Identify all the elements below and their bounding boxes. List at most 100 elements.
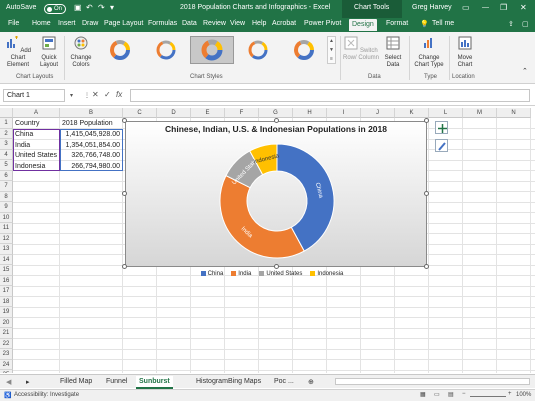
zoom-in-icon[interactable]: + xyxy=(508,391,512,397)
tab-data[interactable]: Data xyxy=(182,20,197,27)
cell-a2[interactable]: China xyxy=(15,130,33,140)
select-data-button[interactable]: Select Data xyxy=(382,36,404,69)
sheet-tab-histogram[interactable]: Histogram xyxy=(196,378,228,385)
sheet-tab-more[interactable]: Poc ... xyxy=(274,378,294,385)
save-icon[interactable]: ▣ xyxy=(74,3,82,12)
prev-sheet-icon[interactable]: ◀ xyxy=(6,378,11,386)
undo-icon[interactable]: ↶ xyxy=(86,3,93,12)
add-chart-element-button[interactable]: Add Chart Element xyxy=(3,36,33,69)
row-header-25[interactable]: 25 xyxy=(0,370,13,373)
column-header-k[interactable]: K xyxy=(395,108,429,118)
resize-handle-ne[interactable] xyxy=(424,118,429,123)
row-header-21[interactable]: 21 xyxy=(0,328,13,339)
horizontal-scrollbar[interactable] xyxy=(335,378,530,385)
sheet-tab-sunburst[interactable]: Sunburst xyxy=(136,376,173,389)
formula-input[interactable] xyxy=(130,89,530,102)
row-header-19[interactable]: 19 xyxy=(0,307,13,318)
customize-icon[interactable]: ▾ xyxy=(110,3,114,12)
chart-styles-button[interactable] xyxy=(435,139,448,152)
switch-row-column-button[interactable]: Switch Row/ Column xyxy=(343,36,379,62)
share-icon[interactable]: ⇪ xyxy=(508,20,514,28)
column-header-a[interactable]: A xyxy=(13,108,60,118)
resize-handle-s[interactable] xyxy=(274,264,279,269)
column-header-b[interactable]: B xyxy=(60,108,123,118)
resize-handle-sw[interactable] xyxy=(122,264,127,269)
sheet-tab-funnel[interactable]: Funnel xyxy=(106,378,127,385)
sheet-tab-filled-map[interactable]: Filled Map xyxy=(60,378,92,385)
maximize-button[interactable]: ❐ xyxy=(500,3,507,12)
page-layout-view-icon[interactable]: ▭ xyxy=(434,391,440,398)
column-header-i[interactable]: I xyxy=(327,108,361,118)
cell-a1[interactable]: Country xyxy=(15,119,40,129)
tab-format[interactable]: Format xyxy=(386,20,408,27)
row-header-3[interactable]: 3 xyxy=(0,139,13,150)
zoom-slider[interactable] xyxy=(470,396,506,397)
ribbon-options-icon[interactable]: ▭ xyxy=(462,3,470,12)
cell-a5[interactable]: Indonesia xyxy=(15,162,45,172)
row-header-9[interactable]: 9 xyxy=(0,202,13,213)
redo-icon[interactable]: ↷ xyxy=(98,3,105,12)
column-header-h[interactable]: H xyxy=(293,108,327,118)
tab-acrobat[interactable]: Acrobat xyxy=(272,20,296,27)
resize-handle-se[interactable] xyxy=(424,264,429,269)
tab-review[interactable]: Review xyxy=(203,20,226,27)
tell-me-input[interactable]: Tell me xyxy=(432,20,454,27)
change-colors-button[interactable]: Change Colors xyxy=(67,36,95,69)
cell-b1[interactable]: 2018 Population xyxy=(62,119,113,129)
chart-object[interactable]: Chinese, Indian, U.S. & Indonesian Popul… xyxy=(125,121,427,277)
change-chart-type-button[interactable]: Change Chart Type xyxy=(412,36,446,69)
row-header-2[interactable]: 2 xyxy=(0,128,13,139)
next-sheet-icon[interactable]: ▸ xyxy=(26,378,30,386)
tab-design[interactable]: Design xyxy=(349,19,377,31)
chart-style-1[interactable] xyxy=(98,36,142,64)
chart-style-5[interactable] xyxy=(282,36,326,64)
tab-view[interactable]: View xyxy=(230,20,245,27)
tab-file[interactable]: File xyxy=(8,20,19,27)
accessibility-status[interactable]: Accessibility: Investigate xyxy=(14,392,79,398)
column-header-d[interactable]: D xyxy=(157,108,191,118)
chart-style-4[interactable] xyxy=(236,36,280,64)
comments-icon[interactable]: ▢ xyxy=(522,20,529,28)
add-sheet-icon[interactable]: ⊕ xyxy=(308,378,314,386)
name-box-dropdown-icon[interactable]: ▾ xyxy=(70,92,73,99)
autosave-toggle[interactable]: On xyxy=(44,4,66,14)
row-header-10[interactable]: 10 xyxy=(0,212,13,223)
legend-item-indonesia[interactable]: Indonesia xyxy=(310,270,343,277)
row-header-16[interactable]: 16 xyxy=(0,275,13,286)
cell-b2[interactable]: 1,415,045,928.00 xyxy=(62,130,121,140)
row-header-8[interactable]: 8 xyxy=(0,191,13,202)
column-header-l[interactable]: L xyxy=(429,108,463,118)
column-header-n[interactable]: N xyxy=(497,108,531,118)
normal-view-icon[interactable]: ▦ xyxy=(420,391,426,398)
cell-a4[interactable]: United States xyxy=(15,151,57,161)
user-name[interactable]: Greg Harvey xyxy=(412,4,452,11)
row-header-4[interactable]: 4 xyxy=(0,149,13,160)
sheet-tab-bing-maps[interactable]: Bing Maps xyxy=(228,378,261,385)
move-chart-button[interactable]: Move Chart xyxy=(452,36,478,69)
column-header-e[interactable]: E xyxy=(191,108,225,118)
row-header-15[interactable]: 15 xyxy=(0,265,13,276)
column-header-g[interactable]: G xyxy=(259,108,293,118)
resize-handle-nw[interactable] xyxy=(122,118,127,123)
cell-b3[interactable]: 1,354,051,854.00 xyxy=(62,141,121,151)
chart-style-2[interactable] xyxy=(144,36,188,64)
tab-power-pivot[interactable]: Power Pivot xyxy=(304,20,341,27)
close-button[interactable]: ✕ xyxy=(520,3,527,12)
tab-insert[interactable]: Insert xyxy=(58,20,76,27)
column-header-j[interactable]: J xyxy=(361,108,395,118)
zoom-level[interactable]: 100% xyxy=(516,392,531,398)
enter-icon[interactable]: ✓ xyxy=(104,90,111,99)
chart-elements-button[interactable] xyxy=(435,121,448,134)
legend-item-india[interactable]: India xyxy=(231,270,251,277)
row-header-22[interactable]: 22 xyxy=(0,338,13,349)
cell-b5[interactable]: 266,794,980.00 xyxy=(62,162,120,172)
chart-style-3-selected[interactable] xyxy=(190,36,234,64)
collapse-ribbon-icon[interactable]: ⌃ xyxy=(522,68,528,75)
tab-page-layout[interactable]: Page Layout xyxy=(104,20,143,27)
resize-handle-n[interactable] xyxy=(274,118,279,123)
resize-handle-e[interactable] xyxy=(424,191,429,196)
donut-slice-india[interactable] xyxy=(219,174,305,259)
row-header-20[interactable]: 20 xyxy=(0,317,13,328)
row-header-1[interactable]: 1 xyxy=(0,118,13,129)
insert-function-icon[interactable]: fx xyxy=(116,90,122,99)
